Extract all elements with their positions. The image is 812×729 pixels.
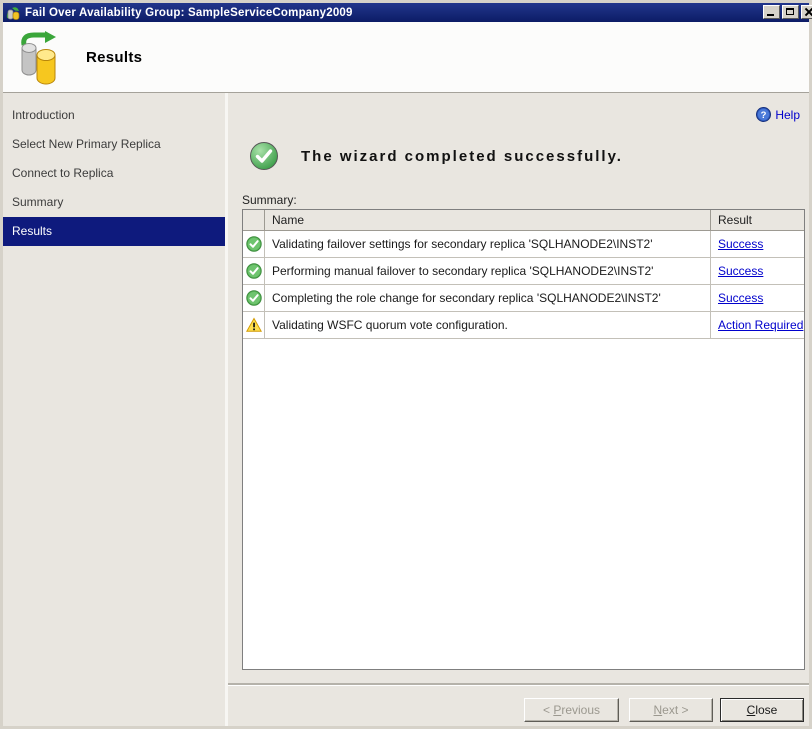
table-row: Validating failover settings for seconda… — [243, 231, 804, 258]
page-title: Results — [86, 48, 143, 66]
help-icon: ? — [756, 107, 772, 122]
wizard-header: Results — [3, 22, 809, 92]
task-name: Performing manual failover to secondary … — [264, 258, 710, 284]
warning-icon — [245, 317, 262, 332]
column-header-name: Name — [264, 210, 710, 230]
task-name: Validating WSFC quorum vote configuratio… — [264, 312, 710, 338]
availability-group-icon — [6, 7, 20, 20]
help-link[interactable]: ? Help — [756, 107, 800, 122]
success-icon — [250, 142, 278, 170]
table-row: Validating WSFC quorum vote configuratio… — [243, 312, 804, 339]
svg-text:?: ? — [761, 110, 767, 121]
column-header-result: Result — [710, 210, 804, 230]
results-page: ? Help The wizard completed successfully… — [228, 93, 809, 726]
result-link[interactable]: Success — [718, 237, 763, 251]
wizard-navigation: < Previous Next > Close — [524, 698, 804, 722]
summary-label: Summary: — [242, 193, 297, 207]
maximize-icon[interactable] — [782, 5, 799, 19]
close-button[interactable]: Close — [720, 698, 804, 722]
table-header-row: Name Result — [243, 210, 804, 231]
footer-divider — [228, 683, 809, 686]
sidebar-item-select-new-primary-replica[interactable]: Select New Primary Replica — [3, 130, 225, 159]
window-controls — [763, 5, 812, 19]
window-title: Fail Over Availability Group: SampleServ… — [25, 6, 353, 19]
table-empty-area — [243, 339, 804, 669]
success-icon — [245, 290, 262, 306]
next-button[interactable]: Next > — [629, 698, 713, 722]
result-link[interactable]: Success — [718, 264, 763, 278]
minimize-icon[interactable] — [763, 5, 780, 19]
table-row: Performing manual failover to secondary … — [243, 258, 804, 285]
status-row: The wizard completed successfully. — [249, 141, 623, 171]
status-message: The wizard completed successfully. — [301, 147, 623, 165]
task-name: Completing the role change for secondary… — [264, 285, 710, 311]
failover-databases-icon — [21, 31, 56, 85]
success-icon — [245, 263, 262, 279]
wizard-steps-sidebar: Introduction Select New Primary Replica … — [3, 93, 225, 726]
task-name: Validating failover settings for seconda… — [264, 231, 710, 257]
success-icon — [245, 236, 262, 252]
close-icon[interactable] — [801, 5, 812, 19]
result-link[interactable]: Success — [718, 291, 763, 305]
previous-button[interactable]: < Previous — [524, 698, 619, 722]
sidebar-item-summary[interactable]: Summary — [3, 188, 225, 217]
title-bar: Fail Over Availability Group: SampleServ… — [3, 3, 812, 22]
column-header-icon — [243, 210, 264, 230]
sidebar-item-results[interactable]: Results — [3, 217, 225, 246]
table-row: Completing the role change for secondary… — [243, 285, 804, 312]
wizard-window: Fail Over Availability Group: SampleServ… — [0, 0, 812, 729]
summary-table: Name Result Validating failover settings… — [242, 209, 805, 670]
result-link[interactable]: Action Required — [718, 318, 803, 332]
sidebar-item-connect-to-replica[interactable]: Connect to Replica — [3, 159, 225, 188]
sidebar-item-introduction[interactable]: Introduction — [3, 101, 225, 130]
help-label: Help — [775, 107, 800, 122]
